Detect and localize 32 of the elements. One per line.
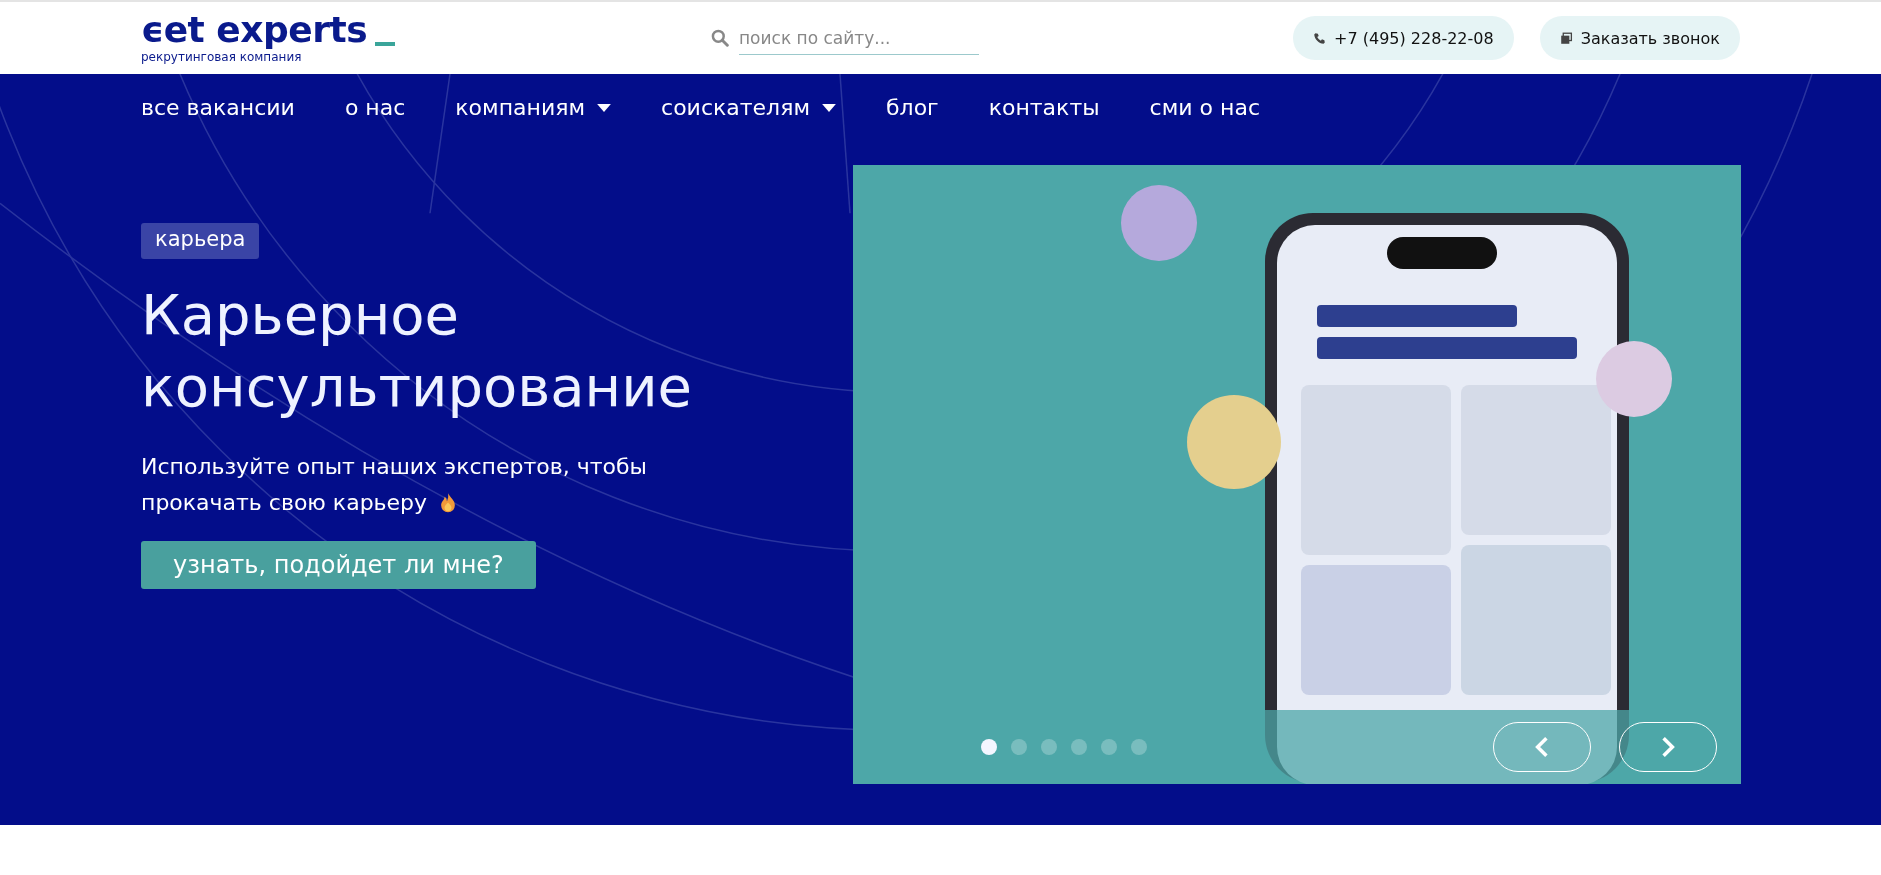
chevron-right-icon (1661, 736, 1675, 758)
caret-icon (822, 103, 836, 112)
hero-subtitle: Используйте опыт наших экспертов, чтобы прокачать свою карьеру (141, 453, 648, 517)
flame-icon (440, 492, 457, 513)
search-field[interactable]: поиск по сайту... (739, 21, 979, 55)
slider-dot[interactable] (1071, 739, 1087, 755)
slider-dot[interactable] (1131, 739, 1147, 755)
nav-link[interactable]: компаниям (455, 95, 612, 120)
nav-link[interactable]: все вакансии (141, 95, 295, 120)
nav-link[interactable]: сми о нас (1149, 95, 1260, 120)
search-icon (711, 29, 729, 47)
next-button[interactable] (1619, 722, 1717, 772)
phone-button[interactable]: +7 (495) 228-22-08 (1293, 16, 1514, 60)
logo-tagline: рекрутинговая компания (141, 50, 303, 64)
previous-button[interactable] (1493, 722, 1591, 772)
nav-link[interactable]: о нас (344, 95, 406, 120)
nav-link[interactable]: блог (886, 95, 939, 120)
logo-underscore (375, 42, 396, 46)
chevron-left-icon (1535, 736, 1549, 758)
windows-icon (1559, 31, 1573, 45)
hero-title: Карьерное консультирование (141, 281, 694, 421)
slider-dot[interactable] (1011, 739, 1027, 755)
nav-link[interactable]: контакты (988, 95, 1100, 120)
logo-wordmark[interactable]: ϵet experts (141, 12, 368, 48)
phone-icon (1313, 31, 1327, 45)
slider-dot[interactable] (1041, 739, 1057, 755)
callback-button[interactable]: Заказать звонок (1539, 16, 1740, 60)
slider-dot[interactable] (1101, 739, 1117, 755)
slider-dot[interactable] (981, 739, 997, 755)
caret-icon (597, 103, 612, 112)
nav-link[interactable]: соискателям (661, 95, 836, 120)
category-tag: карьера (141, 223, 260, 259)
